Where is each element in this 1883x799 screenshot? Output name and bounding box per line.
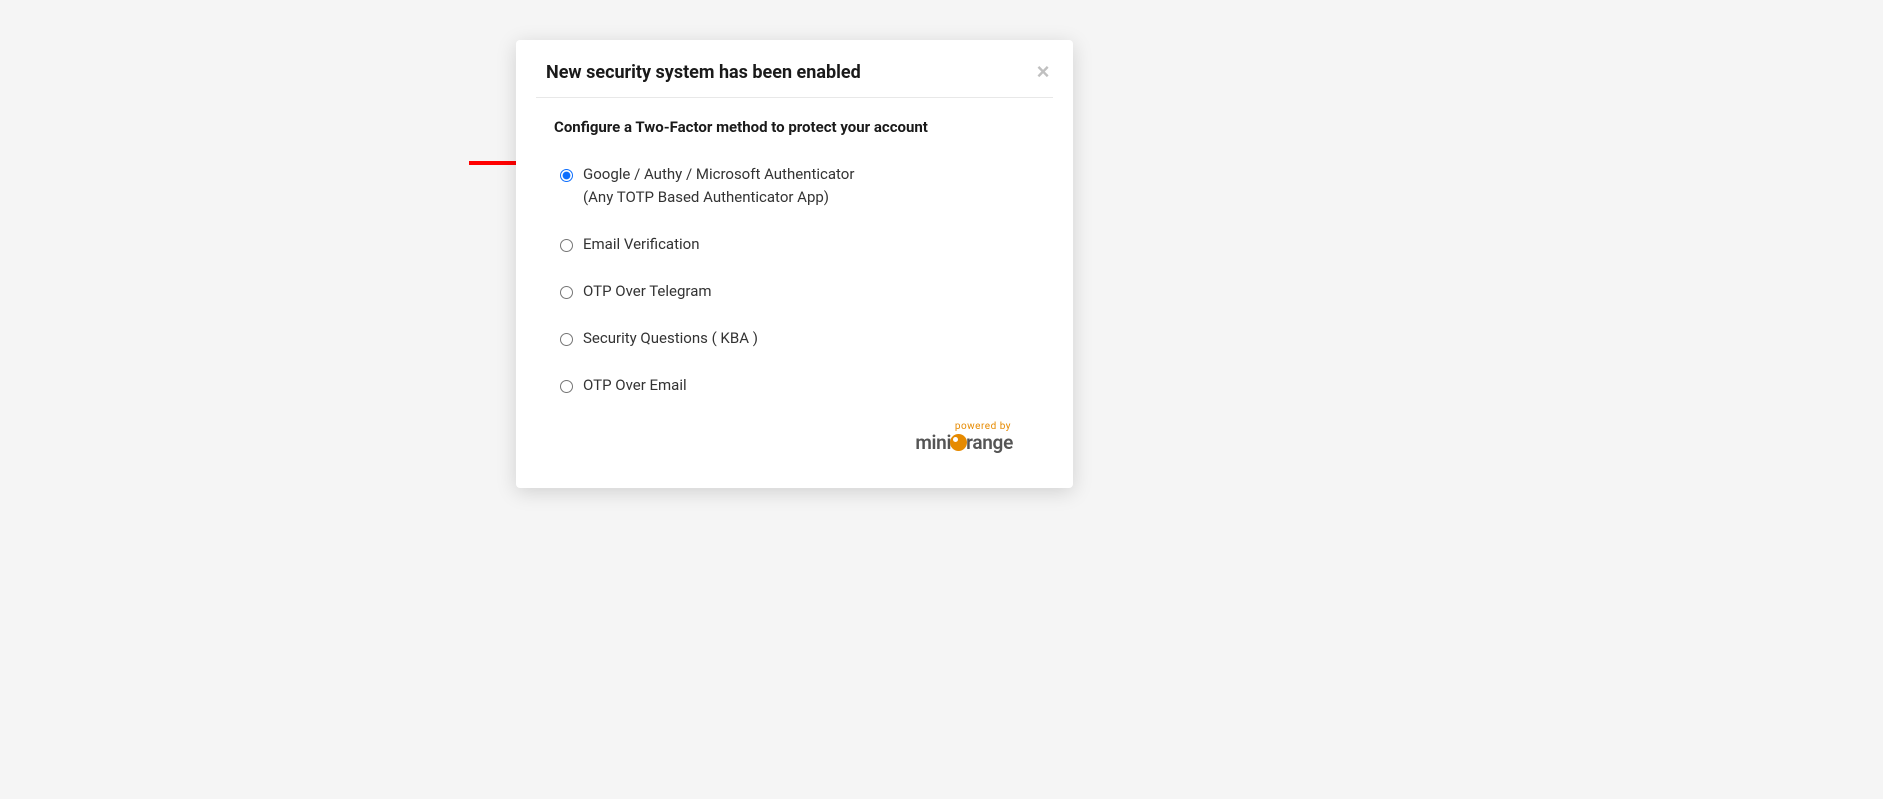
brand-orange-icon [950, 434, 967, 451]
brand-logo: minirange [915, 431, 1013, 454]
option-label-otp-email[interactable]: OTP Over Email [583, 375, 687, 396]
footer-brand: powered by minirange [546, 422, 1043, 468]
radio-email-verification[interactable] [560, 239, 573, 252]
option-row-email-verification[interactable]: Email Verification [546, 234, 1043, 255]
close-icon: × [1037, 61, 1050, 83]
option-label-telegram[interactable]: OTP Over Telegram [583, 281, 712, 302]
modal-title: New security system has been enabled [546, 62, 1043, 83]
radio-otp-email[interactable] [560, 380, 573, 393]
option-row-kba[interactable]: Security Questions ( KBA ) [546, 328, 1043, 349]
radio-telegram[interactable] [560, 286, 573, 299]
close-button[interactable]: × [1033, 62, 1053, 82]
option-label-email-verification[interactable]: Email Verification [583, 234, 699, 255]
radio-kba[interactable] [560, 333, 573, 346]
option-label-authenticator[interactable]: Google / Authy / Microsoft Authenticator… [583, 164, 854, 208]
option-row-authenticator[interactable]: Google / Authy / Microsoft Authenticator… [546, 164, 1043, 208]
config-heading: Configure a Two-Factor method to protect… [554, 118, 1043, 136]
radio-authenticator[interactable] [560, 169, 573, 182]
option-row-otp-email[interactable]: OTP Over Email [546, 375, 1043, 396]
option-label-kba[interactable]: Security Questions ( KBA ) [583, 328, 758, 349]
option-row-telegram[interactable]: OTP Over Telegram [546, 281, 1043, 302]
modal-header: New security system has been enabled × [516, 40, 1073, 97]
two-factor-modal: New security system has been enabled × C… [516, 40, 1073, 488]
modal-body: Configure a Two-Factor method to protect… [516, 98, 1073, 488]
